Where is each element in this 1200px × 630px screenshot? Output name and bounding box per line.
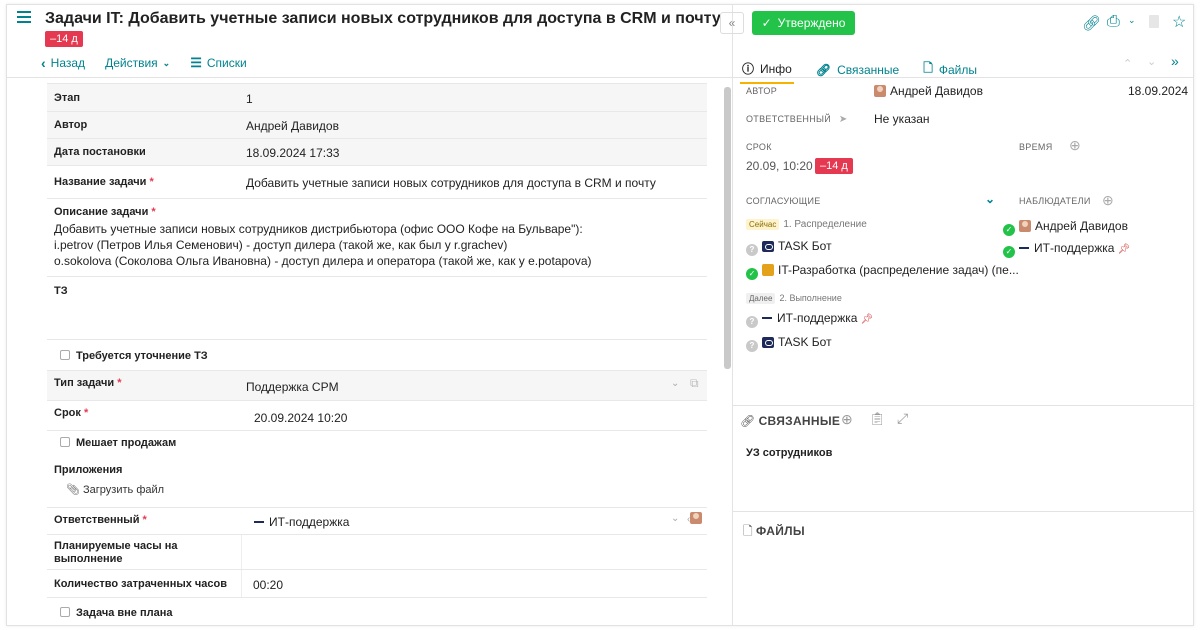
approver-it-dev[interactable]: ✓ IT-Разработка (распределение задач) (пе… (746, 263, 1019, 280)
send-icon: ➤ (838, 114, 848, 125)
link-icon[interactable]: 🔗︎ (1082, 14, 1101, 32)
actions-button[interactable]: Действия ⌄ (105, 56, 170, 70)
approver-task-bot[interactable]: ? TASK Бот (746, 239, 832, 256)
tab-files[interactable]: 🗋 Файлы (921, 55, 979, 84)
status-approved-button[interactable]: ✓ Утверждено (752, 11, 855, 35)
stage-now: Сейчас 1. Распределение (746, 219, 867, 230)
deadline-value[interactable]: 20.09, 10:20 (746, 159, 813, 173)
panel-icon[interactable] (1149, 15, 1159, 28)
bot-icon (762, 337, 774, 348)
field-planned-hours[interactable]: Планируемые часы на выполнение (47, 535, 707, 570)
overdue-badge: –14 д (45, 31, 83, 47)
field-sales[interactable]: Мешает продажам (47, 431, 707, 455)
field-attachments: Приложения 📎︎ Загрузить файл (47, 455, 707, 508)
field-stage: Этап 1 (47, 84, 707, 112)
group-icon (762, 264, 774, 276)
collapse-panel-button[interactable]: « (720, 12, 744, 34)
task-window: Задачи IT: Добавить учетные записи новых… (6, 4, 1194, 626)
files-section-header: 🗋 Файлы (743, 524, 805, 538)
responsible-value[interactable]: Не указан (874, 112, 930, 126)
pending-icon: ? (746, 244, 758, 256)
field-date: Дата постановки 18.09.2024 17:33 (47, 139, 707, 166)
field-deadline[interactable]: Срок * 20.09.2024 10:20 (47, 401, 707, 431)
chevron-down-icon[interactable]: ⌄ (1147, 55, 1156, 68)
approved-check-icon: ✓ (746, 268, 758, 280)
upload-file-button[interactable]: 📎︎ Загрузить файл (66, 483, 164, 496)
field-responsible[interactable]: Ответственный * ИТ-поддержка ⌄ ‹ (47, 508, 707, 535)
list-icon: ☰ (190, 55, 202, 70)
observer-1[interactable]: ✓ Андрей Давидов (1003, 219, 1128, 236)
scrollbar[interactable] (724, 87, 731, 369)
chevron-down-icon[interactable]: ⌄ (1128, 15, 1136, 26)
field-description[interactable]: Описание задачи * Добавить учетные запис… (47, 199, 707, 277)
field-tz[interactable]: ТЗ (47, 277, 707, 340)
field-spent-hours[interactable]: Количество затраченных часов 00:20 (47, 570, 707, 598)
checkbox[interactable] (60, 350, 70, 360)
add-time-icon[interactable]: ⊕ (1069, 137, 1081, 154)
pin-icon: 📌︎ (1117, 244, 1131, 255)
field-unplanned[interactable]: Задача вне плана (47, 598, 707, 625)
pending-icon: ? (746, 340, 758, 352)
back-button[interactable]: ‹ Назад (41, 55, 85, 71)
checkbox[interactable] (60, 607, 70, 617)
avatar (1019, 220, 1031, 232)
observer-2[interactable]: ✓ ИТ-поддержка 📌︎ (1003, 241, 1130, 258)
chevron-down-icon[interactable]: ⌄ (671, 513, 679, 524)
approver-task-bot-2[interactable]: ? TASK Бот (746, 335, 832, 352)
file-icon: 🗋 (743, 524, 753, 538)
add-related-icon[interactable]: ⊕ (841, 411, 853, 428)
tab-info[interactable]: ⓘ Инфо (740, 55, 794, 84)
expand-icon[interactable]: ⤢ (897, 410, 908, 427)
print-icon[interactable]: ⎙ (1107, 13, 1120, 31)
star-icon[interactable]: ☆ (1172, 12, 1186, 32)
pin-icon: 📌︎ (860, 314, 874, 325)
team-icon (762, 317, 772, 319)
clipboard-add-icon[interactable]: 📋︎ (869, 411, 886, 427)
deadline-overdue-badge: –14 д (815, 158, 853, 174)
double-chevron-right-icon[interactable]: » (1171, 53, 1179, 69)
chevron-left-icon[interactable]: ‹ (687, 512, 706, 525)
chevron-down-icon: ⌄ (162, 57, 171, 68)
tab-related[interactable]: 🔗︎ Связанные (814, 55, 901, 84)
page-title: Задачи IT: Добавить учетные записи новых… (45, 10, 721, 27)
toolbar: ‹ Назад Действия ⌄ ☰ Списки (41, 55, 247, 71)
approver-it-support[interactable]: ? ИТ-поддержка 📌︎ (746, 311, 873, 328)
chevron-up-icon[interactable]: ⌃ (1123, 57, 1132, 70)
task-form: Этап 1 Автор Андрей Давидов Дата постано… (47, 83, 707, 619)
link-icon: 🔗︎ (815, 62, 832, 77)
menu-icon[interactable] (17, 11, 31, 23)
approved-check-icon: ✓ (1003, 224, 1015, 236)
lists-button[interactable]: ☰ Списки (190, 55, 246, 71)
stage-next: Далее 2. Выполнение (746, 293, 842, 304)
double-chevron-left-icon: « (728, 16, 736, 30)
field-tz-clarify[interactable]: Требуется уточнение ТЗ (47, 340, 707, 371)
checkbox[interactable] (60, 437, 70, 447)
chevron-left-icon: ‹ (41, 55, 46, 71)
info-icon: ⓘ (742, 62, 755, 76)
author-name[interactable]: Андрей Давидов (890, 84, 983, 98)
chevron-down-icon[interactable]: ⌄ (985, 192, 995, 206)
author-date: 18.09.2024 (1128, 84, 1189, 98)
paperclip-icon: 📎︎ (66, 484, 80, 496)
related-item[interactable]: УЗ сотрудников (746, 447, 832, 459)
team-icon (1019, 247, 1029, 249)
detail-tabs: ⓘ Инфо 🔗︎ Связанные 🗋 Файлы (740, 55, 979, 84)
add-observer-icon[interactable]: ⊕ (1102, 192, 1114, 209)
avatar (690, 512, 703, 524)
field-task-type[interactable]: Тип задачи * Поддержка CPM ⌄ ⧉ (47, 371, 707, 401)
external-link-icon[interactable]: ⧉ (690, 376, 699, 391)
pending-icon: ? (746, 316, 758, 328)
avatar (874, 85, 886, 97)
bot-icon (762, 241, 774, 252)
team-icon (254, 521, 264, 523)
chevron-down-icon[interactable]: ⌄ (671, 378, 679, 389)
field-author: Автор Андрей Давидов (47, 112, 707, 139)
related-section-header: 🔗︎ Связанные (740, 414, 841, 428)
link-icon: 🔗︎ (740, 414, 756, 428)
check-icon: ✓ (761, 16, 772, 30)
field-task-name[interactable]: Название задачи * Добавить учетные запис… (47, 166, 707, 199)
description-text: Добавить учетные записи новых сотруднико… (54, 222, 592, 268)
approved-check-icon: ✓ (1003, 246, 1015, 258)
